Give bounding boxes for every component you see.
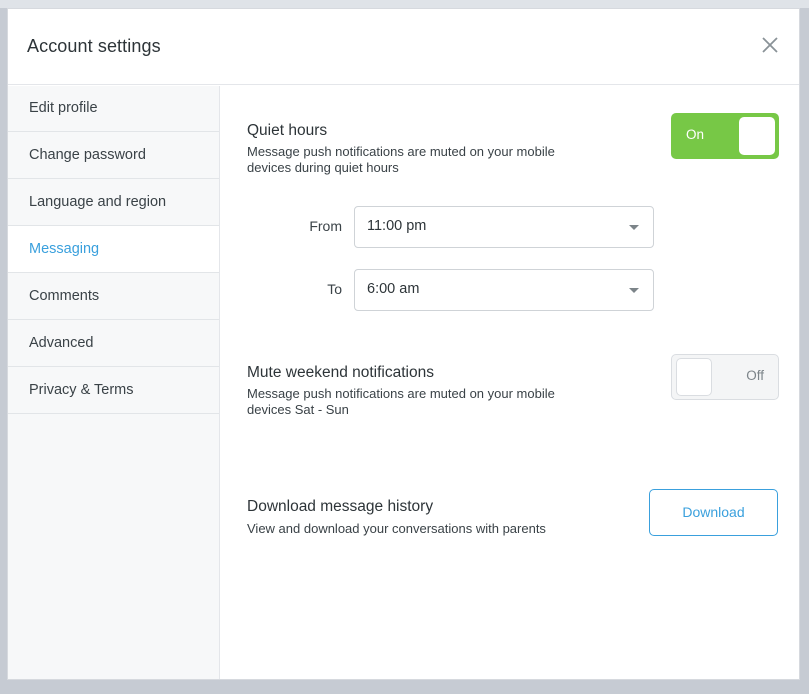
quiet-hours-toggle[interactable]: On (671, 113, 779, 159)
to-time-select[interactable]: 6:00 am (354, 269, 654, 311)
sidebar-item-comments[interactable]: Comments (8, 273, 219, 320)
modal-title: Account settings (27, 36, 161, 56)
from-time-value: 11:00 pm (367, 218, 427, 234)
toggle-knob (739, 117, 775, 155)
from-time-select[interactable]: 11:00 pm (354, 206, 654, 248)
download-button[interactable]: Download (649, 489, 778, 536)
close-button[interactable] (761, 36, 779, 54)
backdrop-strip (0, 0, 809, 8)
mute-weekend-toggle[interactable]: Off (671, 354, 779, 400)
toggle-state-label: Off (746, 368, 764, 383)
sidebar-item-language-region[interactable]: Language and region (8, 179, 219, 226)
quiet-hours-title: Quiet hours (247, 122, 328, 139)
sidebar-item-advanced[interactable]: Advanced (8, 320, 219, 367)
toggle-knob (676, 358, 712, 396)
from-label: From (309, 218, 342, 234)
download-history-description: View and download your conversations wit… (247, 521, 546, 536)
to-time-value: 6:00 am (367, 281, 420, 297)
quiet-hours-description: Message push notifications are muted on … (247, 144, 555, 175)
sidebar-item-change-password[interactable]: Change password (8, 132, 219, 179)
chevron-down-icon (629, 225, 639, 230)
mute-weekend-title: Mute weekend notifications (247, 364, 434, 381)
close-icon (762, 37, 778, 53)
sidebar-item-privacy-terms[interactable]: Privacy & Terms (8, 367, 219, 414)
chevron-down-icon (629, 288, 639, 293)
mute-weekend-description: Message push notifications are muted on … (247, 386, 555, 417)
modal-header: Account settings (8, 9, 799, 85)
to-label: To (327, 281, 342, 297)
sidebar-item-edit-profile[interactable]: Edit profile (8, 86, 219, 132)
download-history-title: Download message history (247, 498, 434, 515)
messaging-settings-panel: Quiet hours Message push notifications a… (221, 86, 799, 679)
account-settings-modal: Account settings Edit profile Change pas… (7, 8, 800, 680)
settings-sidebar: Edit profile Change password Language an… (8, 86, 220, 679)
toggle-state-label: On (686, 127, 705, 142)
sidebar-item-messaging[interactable]: Messaging (8, 226, 219, 273)
